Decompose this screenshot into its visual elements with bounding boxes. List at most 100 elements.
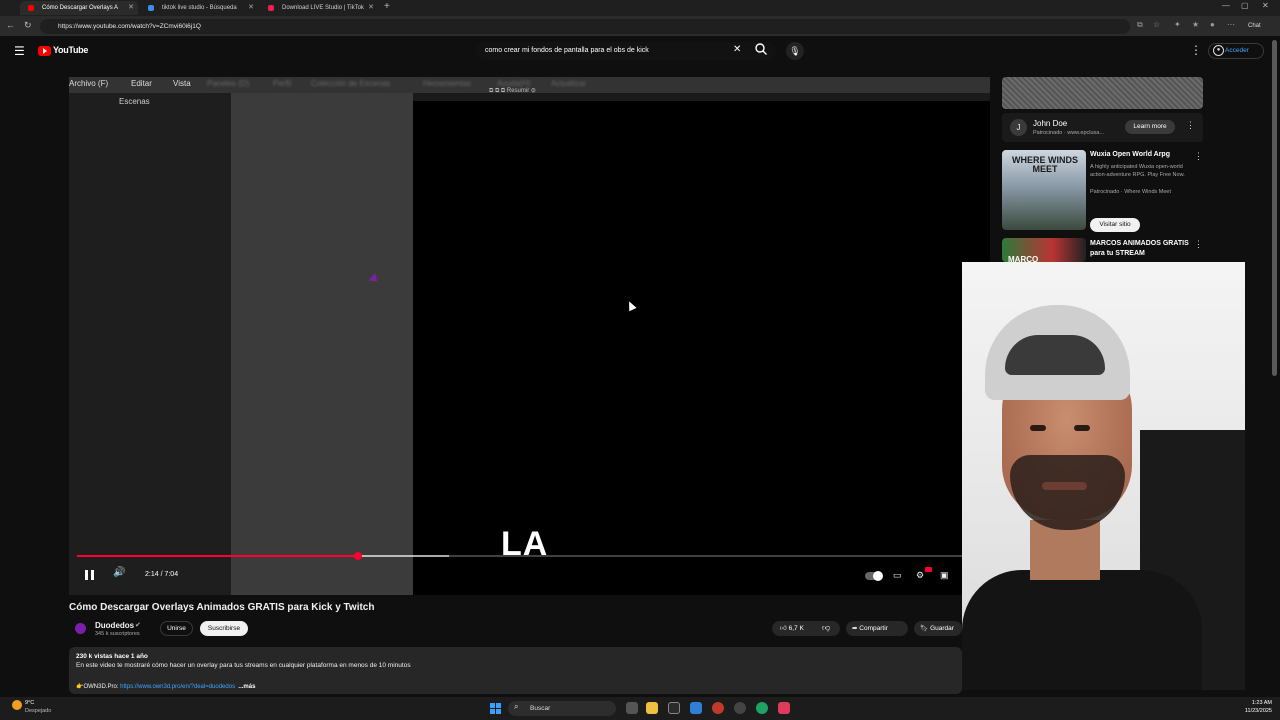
obs-side-area [231,93,413,595]
subtitles-icon[interactable]: ▭ [893,570,902,581]
clock-date: 11/23/2025 [1244,708,1272,714]
weather-icon[interactable] [12,700,22,710]
close-tab-icon[interactable]: ✕ [248,1,254,15]
channel-name[interactable]: Duodedos [95,621,134,630]
obs-toolbar: ⧉ ⧉ ⧉ Resumir ⚙ [489,88,536,94]
new-tab-button[interactable]: + [384,1,390,12]
tab-youtube-video[interactable]: Cómo Descargar Overlays A ✕ [20,1,138,15]
microphone-icon[interactable]: 🎙 [786,42,804,60]
chrome-icon[interactable] [712,702,724,714]
maximize-icon[interactable]: ▢ [1241,1,1249,10]
obs-menu-tools: Herramientas [423,79,472,88]
menu-icon[interactable]: ☰ [14,44,25,58]
learn-more-button[interactable]: Learn more [1125,120,1175,134]
youtube-logo-text[interactable]: YouTube [53,45,88,55]
video-player[interactable]: Archivo (F) Editar Vista Paneles (D) Per… [69,77,990,595]
volume-icon[interactable]: 🔊 [113,567,125,578]
account-icon: ● [1213,45,1224,56]
thumbs-up-icon: 👍︎ [780,625,787,632]
install-app-icon[interactable]: ⧉ [1137,20,1143,30]
show-more-link[interactable]: ...más [238,684,255,690]
description-link-row: 👉OWN3D.Pro: https://www.own3d.pro/en/?de… [76,683,255,690]
clear-search-icon[interactable]: ✕ [733,44,741,55]
windows-start-icon[interactable] [490,703,501,714]
ad-menu-icon[interactable]: ⋮ [1186,120,1195,131]
video-title: Cómo Descargar Overlays Animados GRATIS … [69,602,375,613]
tiktok-studio-icon[interactable] [778,702,790,714]
thumbs-down-icon[interactable]: 👎︎ [822,623,830,633]
wuxia-title[interactable]: Wuxia Open World Arpg [1090,151,1170,158]
edge-icon[interactable] [756,702,768,714]
link-prefix: 👉OWN3D.Pro: [76,684,121,690]
webcam-shirt [962,570,1202,690]
webcam-mouth [1042,482,1087,490]
video-caption: LA [501,525,549,563]
back-icon[interactable]: ← [6,20,15,30]
extensions-icon[interactable]: ✦ [1174,20,1181,29]
settings-dots-icon[interactable]: ⋮ [1190,43,1202,57]
settings-gear-icon[interactable]: ⚙ [916,570,924,581]
like-count: 6,7 K [788,625,804,632]
search-icon: ⌕ [514,702,519,711]
wuxia-sponsor: Patrocinado · Where Winds Meet [1090,189,1172,195]
close-window-icon[interactable]: ✕ [1262,1,1269,10]
ad-avatar: J [1010,119,1027,136]
wuxia-thumbnail-text: WHERE WINDS MEET [1012,155,1078,174]
address-bar[interactable]: https://www.youtube.com/watch?v=ZCmvi60i… [40,19,1130,34]
progress-fill [77,555,358,557]
obs-menu-scene-collection: Colección de Escenas [311,79,391,88]
webcam-eye [1030,425,1046,431]
marcos-title[interactable]: MARCOS ANIMADOS GRATIS para tu STREAM [1090,239,1200,259]
description-link[interactable]: https://www.own3d.pro/en/?deal=duodedos [120,684,235,690]
store-icon[interactable] [668,702,680,714]
weather-temperature: 9°C [25,700,35,706]
channel-avatar[interactable] [75,623,86,634]
search-icon[interactable] [754,42,770,58]
minimize-icon[interactable]: — [1222,1,1230,10]
youtube-logo-play-icon [43,48,47,54]
join-button[interactable]: Unirse [160,621,193,636]
visit-site-button[interactable]: Visitar sitio [1090,218,1140,232]
reload-icon[interactable]: ↻ [24,20,32,31]
obs-scenes-title: Escenas [119,97,150,106]
view-stats: 230 k vistas hace 1 año [76,653,148,660]
autoplay-knob [873,571,883,581]
share-button[interactable]: ➦ Compartir [846,621,908,636]
tab-title: tiktok live studio - Búsqueda [162,5,237,11]
tab-search[interactable]: tiktok live studio - Búsqueda ✕ [140,1,258,15]
page-scrollbar[interactable] [1272,40,1277,376]
search-input[interactable]: como crear mi fondos de pantalla para el… [476,42,776,60]
favorites-icon[interactable]: ★ [1192,20,1199,29]
miniplayer-icon[interactable]: ▣ [940,570,949,581]
windows-taskbar [0,697,1280,720]
marcos-menu-icon[interactable]: ⋮ [1194,239,1203,250]
weather-description: Despejado [25,708,52,714]
obs-toolbar-label: Resumir [506,88,530,94]
wuxia-menu-icon[interactable]: ⋮ [1194,151,1203,162]
settings-icon[interactable] [734,702,746,714]
ad-name: John Doe [1033,119,1068,128]
clock-time: 1:23 AM [1251,700,1272,706]
tab-title: Cómo Descargar Overlays A [42,5,119,11]
close-tab-icon[interactable]: ✕ [128,1,134,15]
youtube-favicon-icon [28,5,34,11]
ad-banner[interactable] [1002,77,1203,109]
progress-scrubber[interactable] [353,552,362,560]
obs-menu-file: Archivo (F) [69,79,109,88]
task-view-icon[interactable] [626,702,638,714]
chat-button[interactable]: Chat [1244,19,1265,33]
pause-button[interactable] [83,568,97,582]
tab-tiktok[interactable]: Download LIVE Studio | TikTok ✕ [260,1,378,15]
save-button[interactable]: 🔖︎ Guardar [914,621,962,636]
subscribe-button[interactable]: Suscribirse [200,621,248,636]
app-icon[interactable] [690,702,702,714]
profile-icon[interactable]: ● [1210,20,1215,29]
close-tab-icon[interactable]: ✕ [368,1,374,15]
bookmark-star-icon[interactable]: ☆ [1153,20,1160,29]
obs-preview [413,101,990,595]
file-explorer-icon[interactable] [646,702,658,714]
bookmark-icon: 🔖︎ [920,625,929,632]
taskbar-search[interactable]: Buscar [508,701,616,716]
share-label: Compartir [859,625,888,632]
menu-dots-icon[interactable]: ⋯ [1227,20,1235,29]
